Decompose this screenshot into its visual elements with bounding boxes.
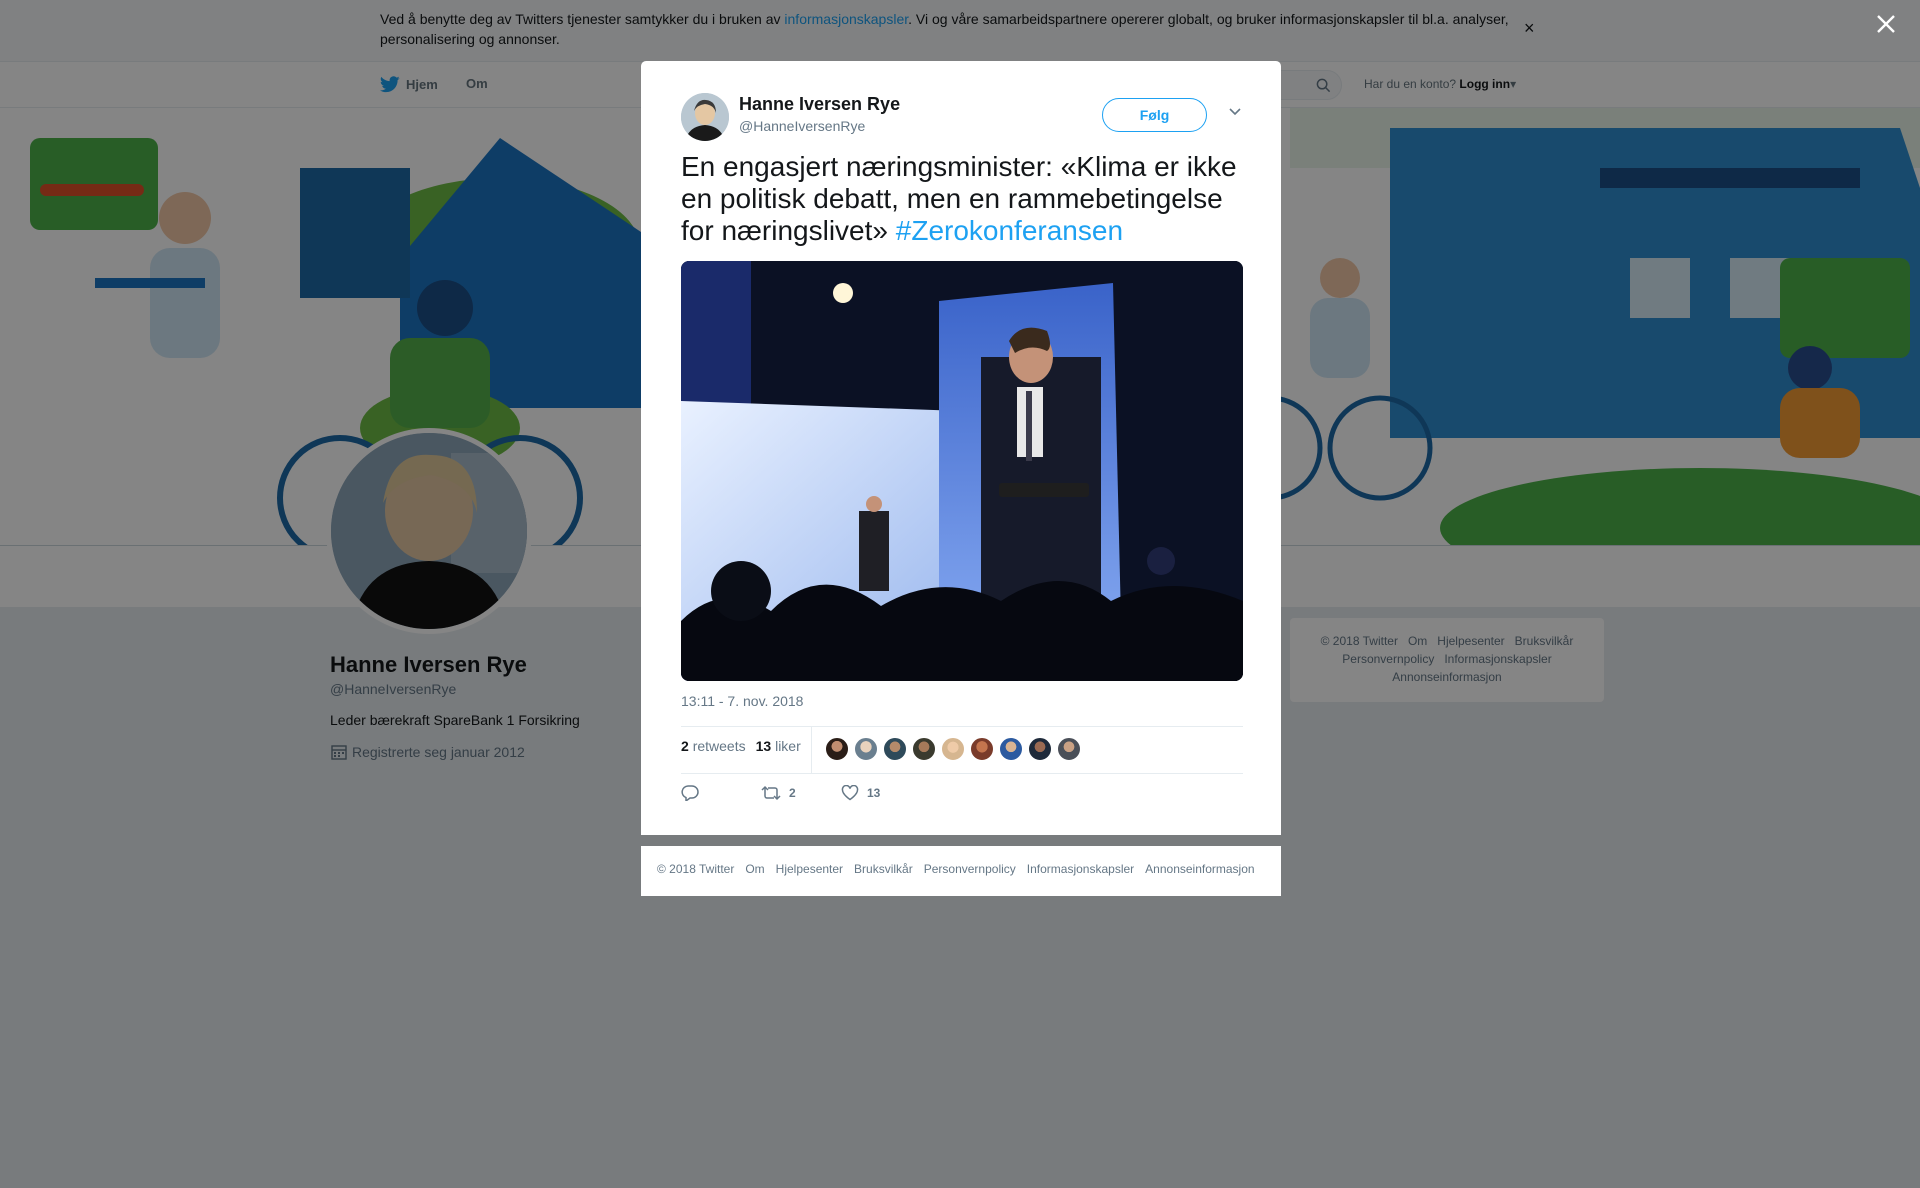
- retweet-action-count: 2: [789, 786, 796, 800]
- retweet-button[interactable]: 2: [761, 785, 841, 801]
- tweet-author-name[interactable]: Hanne Iversen Rye: [739, 94, 900, 115]
- liker-avatar[interactable]: [999, 737, 1023, 761]
- chevron-down-icon[interactable]: [1228, 107, 1242, 117]
- liker-avatar[interactable]: [825, 737, 849, 761]
- footer-link-about[interactable]: Om: [745, 862, 764, 876]
- tweet-author-avatar[interactable]: [681, 93, 729, 141]
- reply-button[interactable]: [681, 785, 761, 801]
- tweet-timestamp[interactable]: 13:11 - 7. nov. 2018: [681, 693, 803, 709]
- liker-avatar[interactable]: [883, 737, 907, 761]
- retweets-count: 2: [681, 738, 689, 754]
- tweet-hashtag-link[interactable]: #Zerokonferansen: [896, 215, 1123, 246]
- follow-button[interactable]: Følg: [1102, 98, 1207, 132]
- retweets-label: retweets: [692, 738, 746, 754]
- tweet-author-handle[interactable]: @HanneIversenRye: [739, 118, 865, 134]
- tweet-text: En engasjert næringsminister: «Klima er …: [681, 151, 1251, 247]
- close-icon[interactable]: [1874, 12, 1898, 36]
- liker-avatar[interactable]: [854, 737, 878, 761]
- modal-footer: © 2018 Twitter Om Hjelpesenter Bruksvilkår P…: [641, 846, 1281, 896]
- retweet-icon: [761, 785, 781, 801]
- liker-avatar[interactable]: [1028, 737, 1052, 761]
- footer-link-ads[interactable]: Annonseinformasjon: [1145, 862, 1254, 876]
- liker-avatars: [825, 737, 1081, 761]
- divider: [681, 773, 1243, 774]
- footer-copyright: © 2018 Twitter: [657, 862, 735, 876]
- liker-avatar[interactable]: [912, 737, 936, 761]
- tweet-stats: 2 retweets 13 liker: [681, 738, 801, 754]
- likes-stat[interactable]: 13 liker: [756, 738, 801, 754]
- footer-link-help[interactable]: Hjelpesenter: [776, 862, 843, 876]
- avatar-portrait-small: [681, 93, 729, 141]
- footer-link-cookies[interactable]: Informasjonskapsler: [1027, 862, 1134, 876]
- reply-icon: [681, 785, 699, 801]
- tweet-modal: Hanne Iversen Rye @HanneIversenRye Følg …: [641, 61, 1281, 835]
- liker-avatar[interactable]: [1057, 737, 1081, 761]
- liker-avatar[interactable]: [970, 737, 994, 761]
- divider: [681, 726, 1243, 727]
- like-action-count: 13: [867, 786, 881, 800]
- likes-count: 13: [755, 738, 772, 754]
- likes-label: liker: [775, 738, 801, 754]
- footer-link-privacy[interactable]: Personvernpolicy: [924, 862, 1016, 876]
- heart-icon: [841, 785, 859, 801]
- liker-avatar[interactable]: [941, 737, 965, 761]
- retweets-stat[interactable]: 2 retweets: [681, 738, 746, 754]
- stage-photo: [681, 261, 1243, 681]
- footer-link-terms[interactable]: Bruksvilkår: [854, 862, 913, 876]
- like-button[interactable]: 13: [841, 785, 921, 801]
- divider: [811, 727, 812, 773]
- tweet-actions: 2 13: [681, 785, 921, 801]
- tweet-photo[interactable]: [681, 261, 1243, 681]
